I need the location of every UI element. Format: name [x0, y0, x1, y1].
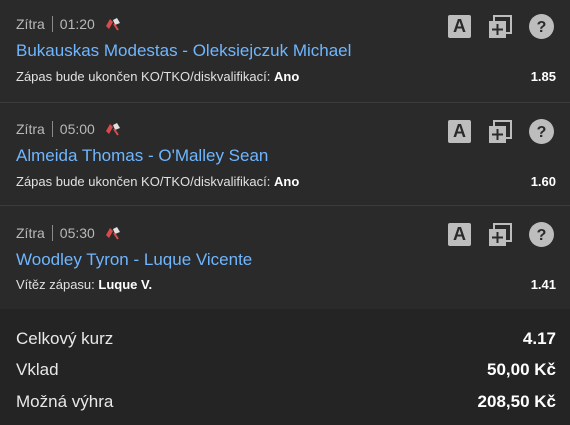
market-label: Zápas bude ukončen KO/TKO/diskvalifikací… — [16, 174, 271, 189]
boxing-gloves-icon — [104, 225, 122, 241]
bet-time: 05:00 — [59, 121, 95, 137]
bet-actions: A ? — [448, 119, 554, 144]
bet-day: Zítra — [16, 225, 45, 241]
bet-item: Zítra 01:20 A ? Bukauskas Modestas - Ole… — [0, 0, 570, 103]
match-title[interactable]: Woodley Tyron - Luque Vicente — [16, 250, 252, 270]
bet-actions: A ? — [448, 14, 554, 39]
stake-value[interactable]: 50,00 Kč — [487, 360, 556, 380]
a-button[interactable]: A — [448, 15, 471, 38]
boxing-gloves-icon — [104, 121, 122, 137]
divider — [51, 16, 53, 32]
pick-value: Ano — [273, 174, 300, 189]
add-to-slip-icon[interactable] — [488, 119, 512, 144]
payout-row: Možná výhra 208,50 Kč — [16, 392, 556, 412]
total-odds-row: Celkový kurz 4.17 — [16, 329, 556, 349]
help-icon[interactable]: ? — [529, 14, 554, 39]
help-icon[interactable]: ? — [529, 119, 554, 144]
total-odds-label: Celkový kurz — [16, 329, 114, 348]
bet-detail: Zápas bude ukončen KO/TKO/diskvalifikací… — [16, 174, 299, 189]
bet-meta: Zítra 05:30 — [16, 225, 122, 241]
divider — [51, 225, 53, 241]
a-button[interactable]: A — [448, 223, 471, 246]
divider — [51, 121, 53, 137]
bet-summary: Celkový kurz 4.17 Vklad 50,00 Kč Možná v… — [0, 309, 570, 425]
payout-value: 208,50 Kč — [477, 392, 556, 411]
total-odds-value: 4.17 — [522, 329, 556, 348]
bet-meta: Zítra 05:00 — [16, 121, 122, 137]
bet-item: Zítra 05:00 A ? Almeida Thomas - O'Malle… — [0, 103, 570, 206]
bet-day: Zítra — [16, 16, 45, 32]
bet-time: 01:20 — [59, 16, 95, 32]
bet-odds: 1.60 — [530, 174, 556, 189]
svg-text:?: ? — [537, 124, 547, 141]
bet-detail: Zápas bude ukončen KO/TKO/diskvalifikací… — [16, 69, 299, 84]
bet-time: 05:30 — [59, 225, 95, 241]
svg-text:?: ? — [537, 19, 547, 36]
pick-value: Luque V. — [98, 277, 153, 292]
match-title[interactable]: Bukauskas Modestas - Oleksiejczuk Michae… — [16, 41, 351, 61]
boxing-gloves-icon — [104, 16, 122, 32]
bet-meta: Zítra 01:20 — [16, 16, 122, 32]
market-label: Vítěz zápasu: — [16, 277, 95, 292]
match-title[interactable]: Almeida Thomas - O'Malley Sean — [16, 146, 268, 166]
stake-row: Vklad 50,00 Kč — [16, 360, 556, 380]
add-to-slip-icon[interactable] — [488, 222, 512, 247]
bet-odds: 1.85 — [530, 69, 556, 84]
payout-label: Možná výhra — [16, 392, 114, 411]
market-label: Zápas bude ukončen KO/TKO/diskvalifikací… — [16, 69, 271, 84]
bet-day: Zítra — [16, 121, 45, 137]
bet-actions: A ? — [448, 222, 554, 247]
bet-detail: Vítěz zápasu: Luque V. — [16, 277, 152, 292]
bet-item: Zítra 05:30 A ? Woodley Tyron - Luque Vi… — [0, 206, 570, 309]
help-icon[interactable]: ? — [529, 222, 554, 247]
pick-value: Ano — [273, 69, 300, 84]
bet-odds: 1.41 — [530, 277, 556, 292]
stake-label: Vklad — [16, 360, 59, 379]
a-button[interactable]: A — [448, 120, 471, 143]
svg-text:?: ? — [537, 227, 547, 244]
add-to-slip-icon[interactable] — [488, 14, 512, 39]
